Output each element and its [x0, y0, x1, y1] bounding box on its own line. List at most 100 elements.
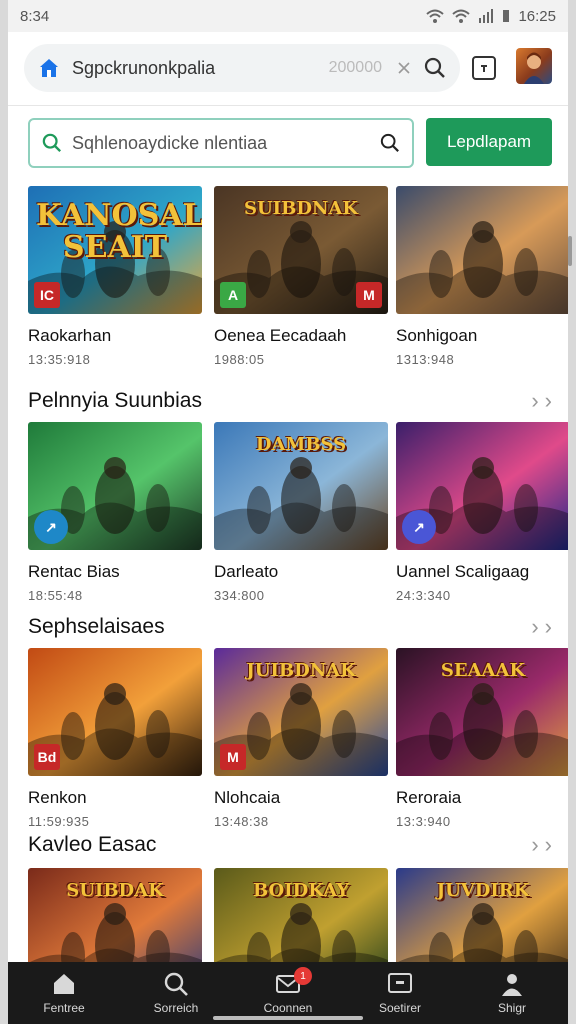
game-badge: M: [220, 744, 246, 770]
tv-icon[interactable]: [387, 971, 413, 997]
game-art-title: KANOSAL SEAIT: [36, 198, 202, 265]
close-icon[interactable]: [398, 62, 410, 74]
chevron-right-icon[interactable]: ›: [545, 388, 552, 414]
chevron-right-icon[interactable]: ›: [545, 832, 552, 858]
nav-label: Soetirer: [378, 1001, 422, 1015]
nav-item-shigr[interactable]: Shigr: [462, 971, 562, 1015]
game-thumbnail[interactable]: JUIBDNAK M: [214, 648, 388, 776]
game-badge: ↗: [34, 510, 68, 544]
game-badge: A: [220, 282, 246, 308]
section-title: Kavleo Easac: [28, 833, 157, 856]
game-art-title: SEAAAK: [440, 660, 526, 681]
signal-icon: [479, 9, 494, 23]
search-icon: [42, 133, 62, 153]
home-icon[interactable]: [38, 57, 60, 79]
section-header: Kavleo Easac › ›: [28, 830, 552, 860]
tabs-icon[interactable]: [472, 56, 496, 80]
status-clock: 16:25: [518, 7, 556, 25]
game-art-title: SUIBDAK: [66, 880, 164, 901]
section-title: Sephselaisaes: [28, 615, 165, 638]
game-card[interactable]: DAMBSS Darleato 334:800: [214, 422, 388, 603]
nav-item-fentree[interactable]: Fentree: [14, 971, 114, 1015]
game-badge: Bd: [34, 744, 60, 770]
section-header: Sephselaisaes › ›: [28, 612, 552, 642]
wifi-icon: [426, 9, 445, 23]
browser-toolbar: Sgpckrunonkpalia 200000: [8, 32, 568, 106]
game-title[interactable]: Darleato: [214, 562, 388, 582]
nav-item-coonnen[interactable]: 1 Coonnen: [238, 967, 338, 1015]
nav-label: Coonnen: [263, 1001, 313, 1015]
search-icon[interactable]: [424, 57, 446, 79]
game-title[interactable]: Sonhigoan: [396, 326, 568, 346]
wifi-icon: [452, 9, 471, 23]
game-thumbnail[interactable]: ↗: [396, 422, 568, 550]
search-input[interactable]: [72, 132, 380, 154]
game-thumbnail[interactable]: ↗: [28, 422, 202, 550]
game-meta: 11:59:935: [28, 814, 90, 829]
section-nav: › ›: [531, 832, 552, 858]
game-meta: 13:48:38: [214, 814, 269, 829]
game-card[interactable]: SUIBDNAK A M Oenea Eecadaah 1988:05: [214, 186, 388, 367]
game-card[interactable]: SEAAAK Reroraia 13:3:940: [396, 648, 568, 829]
card-row: ↗ Rentac Bias 18:55:48 DAMBSS Darleato 334:8…: [28, 422, 568, 622]
section-nav: › ›: [531, 614, 552, 640]
game-card[interactable]: Bd Renkon 11:59:935: [28, 648, 202, 829]
game-card[interactable]: ↗ Rentac Bias 18:55:48: [28, 422, 202, 603]
notification-badge: 1: [294, 967, 312, 985]
avatar[interactable]: [516, 48, 552, 84]
search-icon[interactable]: [380, 133, 400, 153]
nav-label: Sorreich: [153, 1001, 199, 1015]
card-row: Bd Renkon 11:59:935 JUIBDNAK M Nlohcaia 13:48…: [28, 648, 568, 848]
home-icon[interactable]: [51, 971, 77, 997]
game-thumbnail[interactable]: SUIBDNAK A M: [214, 186, 388, 314]
game-thumbnail[interactable]: [396, 186, 568, 314]
chevron-left-icon[interactable]: ›: [531, 832, 538, 858]
nav-label: Shigr: [497, 1001, 526, 1015]
game-thumbnail[interactable]: Bd: [28, 648, 202, 776]
game-card[interactable]: Sonhigoan 1313:948: [396, 186, 568, 367]
scrollbar[interactable]: [568, 236, 572, 266]
chevron-left-icon[interactable]: ›: [531, 388, 538, 414]
section-header: Pelnnyia Suunbias › ›: [28, 386, 552, 416]
nav-item-sorreich[interactable]: Sorreich: [126, 971, 226, 1015]
game-art-title: SUIBDNAK: [243, 198, 358, 219]
game-badge: M: [356, 282, 382, 308]
battery-icon: [503, 10, 510, 22]
profile-icon[interactable]: [499, 971, 525, 997]
chevron-right-icon[interactable]: ›: [545, 614, 552, 640]
game-thumbnail[interactable]: DAMBSS: [214, 422, 388, 550]
search-row: Lepdlapam: [8, 108, 568, 178]
game-title[interactable]: Rentac Bias: [28, 562, 202, 582]
game-meta: 334:800: [214, 588, 265, 603]
search-field[interactable]: [28, 118, 414, 168]
screen: 8:34 16:25 Sgpckrunonkpalia 200000 Sqhle…: [8, 0, 568, 1024]
game-card[interactable]: KANOSAL SEAIT IC Raokarhan 13:35:918: [28, 186, 202, 367]
game-title[interactable]: Reroraia: [396, 788, 568, 808]
chevron-left-icon[interactable]: ›: [531, 614, 538, 640]
status-icons: 16:25: [426, 8, 556, 25]
game-art-title: JUVDIRK: [436, 880, 530, 901]
nav-item-soetirer[interactable]: Soetirer: [350, 971, 450, 1015]
game-thumbnail[interactable]: SEAAAK: [396, 648, 568, 776]
game-title[interactable]: Uannel Scaligaag: [396, 562, 568, 582]
game-art-title: DAMBSS: [255, 434, 347, 455]
game-title[interactable]: Nlohcaia: [214, 788, 388, 808]
url-text[interactable]: Sgpckrunonkpalia: [72, 58, 329, 79]
game-card[interactable]: ↗ Uannel Scaligaag 24:3:340: [396, 422, 568, 603]
status-time: 8:34: [20, 7, 50, 25]
game-thumbnail[interactable]: KANOSAL SEAIT IC: [28, 186, 202, 314]
game-title[interactable]: Oenea Eecadaah: [214, 326, 388, 346]
address-bar[interactable]: Sgpckrunonkpalia 200000: [24, 44, 460, 92]
bottom-nav: Fentree Sorreich 1 Coonnen Soetirer Shigr: [8, 962, 568, 1024]
game-meta: 18:55:48: [28, 588, 83, 603]
game-title[interactable]: Renkon: [28, 788, 202, 808]
game-art-title: BOIDKAY: [252, 880, 350, 901]
search-button[interactable]: Lepdlapam: [426, 118, 552, 166]
game-card[interactable]: JUIBDNAK M Nlohcaia 13:48:38: [214, 648, 388, 829]
url-count: 200000: [328, 59, 382, 76]
game-meta: 1313:948: [396, 352, 455, 367]
section-nav: › ›: [531, 388, 552, 414]
game-title[interactable]: Raokarhan: [28, 326, 202, 346]
search-icon[interactable]: [163, 971, 189, 997]
game-meta: 13:3:940: [396, 814, 451, 829]
